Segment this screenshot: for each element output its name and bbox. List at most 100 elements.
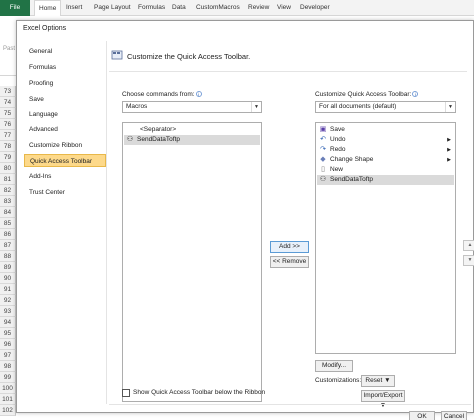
choose-commands-label: Choose commands from: i <box>122 91 202 98</box>
nav-item-advanced[interactable]: Advanced <box>24 123 106 136</box>
header-divider <box>109 71 467 72</box>
dialog-title: Excel Options <box>23 25 67 32</box>
list-item-label: <Separator> <box>140 126 177 133</box>
list-item-label: SendDataToftp <box>330 176 374 183</box>
row-header[interactable]: 79 <box>0 152 16 163</box>
list-item-label: SendDataToftp <box>137 136 181 143</box>
row-header[interactable]: 80 <box>0 163 16 174</box>
row-header[interactable]: 90 <box>0 273 16 284</box>
tab-custommacros[interactable]: CustomMacros <box>192 0 244 16</box>
ok-button[interactable]: OK <box>409 411 435 420</box>
add-button[interactable]: Add >> <box>270 241 309 253</box>
row-header[interactable]: 75 <box>0 108 16 119</box>
customize-toolbar-dropdown[interactable]: For all documents (default) ▼ <box>315 101 456 113</box>
section-title: Customize the Quick Access Toolbar. <box>127 52 251 61</box>
row-header[interactable]: 85 <box>0 218 16 229</box>
row-header[interactable]: 97 <box>0 350 16 361</box>
row-header[interactable]: 100 <box>0 383 16 394</box>
list-item-senddatatoftp[interactable]: ⚇ SendDataToftp <box>124 135 260 145</box>
row-header[interactable]: 91 <box>0 284 16 295</box>
row-header[interactable]: 93 <box>0 306 16 317</box>
nav-item-save[interactable]: Save <box>24 93 106 106</box>
nav-item-formulas[interactable]: Formulas <box>24 61 106 74</box>
row-header[interactable]: 94 <box>0 317 16 328</box>
options-nav: General Formulas Proofing Save Language … <box>21 41 107 404</box>
tab-review[interactable]: Review <box>244 0 273 16</box>
info-icon: i <box>412 91 419 97</box>
row-header[interactable]: 92 <box>0 295 16 306</box>
list-item-label: New <box>330 166 344 173</box>
info-icon: i <box>195 91 202 97</box>
row-header[interactable]: 74 <box>0 97 16 108</box>
row-header[interactable]: 81 <box>0 174 16 185</box>
list-item-label: Undo <box>330 136 346 143</box>
tab-page-layout[interactable]: Page Layout <box>90 0 135 16</box>
available-commands-list[interactable]: <Separator> ⚇ SendDataToftp <box>122 122 262 402</box>
row-header[interactable]: 88 <box>0 251 16 262</box>
row-header[interactable]: 82 <box>0 185 16 196</box>
tab-formulas[interactable]: Formulas <box>134 0 169 16</box>
row-header[interactable]: 73 <box>0 86 16 97</box>
modify-button[interactable]: Modify... <box>315 360 353 372</box>
chevron-right-icon: ▶ <box>447 157 451 163</box>
tab-file[interactable]: File <box>0 0 30 16</box>
quick-access-toolbar-icon <box>111 50 123 60</box>
row-header[interactable]: 87 <box>0 240 16 251</box>
tab-insert[interactable]: Insert <box>62 0 86 16</box>
list-item-change-shape[interactable]: ◆ Change Shape ▶ <box>317 155 454 165</box>
list-item-undo[interactable]: ↶ Undo ▶ <box>317 135 454 145</box>
tab-home[interactable]: Home <box>34 0 62 17</box>
customizations-label: Customizations: <box>315 377 362 384</box>
row-header[interactable]: 101 <box>0 394 16 405</box>
toolbar-commands-list[interactable]: ▣ Save ↶ Undo ▶ ↷ Redo ▶ ◆ Change Shape ▶ ▯ New ⚇ Send… <box>315 122 456 354</box>
list-item-separator[interactable]: <Separator> <box>124 125 260 135</box>
macro-icon: ⚇ <box>319 176 327 183</box>
nav-item-trust-center[interactable]: Trust Center <box>24 186 106 199</box>
reset-button[interactable]: Reset ▼ <box>361 375 395 387</box>
list-item-new[interactable]: ▯ New <box>317 165 454 175</box>
tab-data[interactable]: Data <box>168 0 190 16</box>
row-header[interactable]: 78 <box>0 141 16 152</box>
move-up-button[interactable]: ▲ <box>463 240 474 251</box>
new-document-icon: ▯ <box>321 166 325 173</box>
row-header[interactable]: 86 <box>0 229 16 240</box>
undo-icon: ↶ <box>320 136 326 143</box>
remove-button[interactable]: << Remove <box>270 256 309 268</box>
list-item-redo[interactable]: ↷ Redo ▶ <box>317 145 454 155</box>
move-down-button[interactable]: ▼ <box>463 255 474 266</box>
cancel-button[interactable]: Cancel <box>441 411 467 420</box>
chevron-right-icon: ▶ <box>447 137 451 143</box>
row-header[interactable]: 98 <box>0 361 16 372</box>
nav-item-add-ins[interactable]: Add-Ins <box>24 170 106 183</box>
tab-view[interactable]: View <box>273 0 295 16</box>
excel-options-dialog: Excel Options General Formulas Proofing … <box>16 20 474 420</box>
show-below-ribbon-label: Show Quick Access Toolbar below the Ribb… <box>133 389 266 396</box>
list-item-senddatatoftp[interactable]: ⚇ SendDataToftp <box>317 175 454 185</box>
row-header[interactable]: 102 <box>0 405 16 416</box>
row-header[interactable]: 84 <box>0 207 16 218</box>
import-export-button[interactable]: Import/Export ▼ <box>361 390 405 409</box>
list-item-label: Save <box>330 126 345 133</box>
dialog-titlebar[interactable]: Excel Options <box>17 21 473 38</box>
tab-developer[interactable]: Developer <box>296 0 334 16</box>
nav-item-language[interactable]: Language <box>24 108 106 121</box>
row-header[interactable]: 76 <box>0 119 16 130</box>
row-header[interactable]: 89 <box>0 262 16 273</box>
nav-item-general[interactable]: General <box>24 45 106 58</box>
nav-item-quick-access-toolbar[interactable]: Quick Access Toolbar <box>24 154 106 167</box>
redo-icon: ↷ <box>320 146 326 153</box>
row-header[interactable]: 83 <box>0 196 16 207</box>
show-below-ribbon-checkbox[interactable] <box>122 389 130 397</box>
shape-icon: ◆ <box>320 156 326 163</box>
row-header[interactable]: 77 <box>0 130 16 141</box>
nav-item-customize-ribbon[interactable]: Customize Ribbon <box>24 139 106 152</box>
macro-icon: ⚇ <box>126 136 134 143</box>
options-content: Customize the Quick Access Toolbar. Choo… <box>109 41 474 420</box>
list-item-save[interactable]: ▣ Save <box>317 125 454 135</box>
row-header[interactable]: 95 <box>0 328 16 339</box>
row-header[interactable]: 99 <box>0 372 16 383</box>
save-icon: ▣ <box>319 126 327 133</box>
nav-item-proofing[interactable]: Proofing <box>24 77 106 90</box>
row-header[interactable]: 96 <box>0 339 16 350</box>
choose-commands-dropdown[interactable]: Macros ▼ <box>122 101 262 113</box>
